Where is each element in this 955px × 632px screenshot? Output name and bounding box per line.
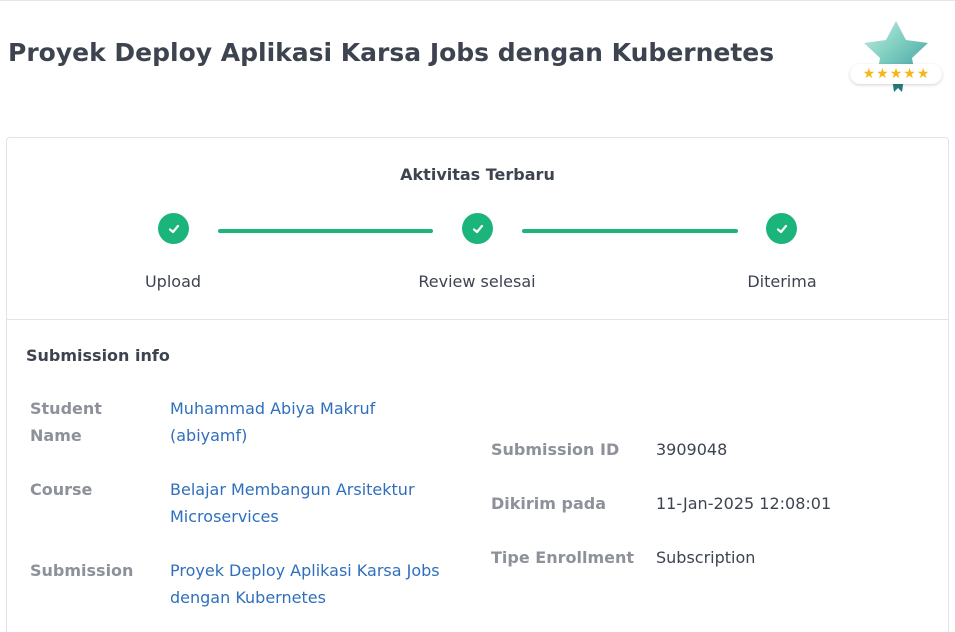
submission-id-label: Submission ID [491, 440, 620, 459]
page-title: Proyek Deploy Aplikasi Karsa Jobs dengan… [8, 38, 775, 67]
student-name-label: Student Name [30, 399, 102, 445]
course-link[interactable]: Belajar Membangun Arsitektur Microservic… [170, 476, 450, 530]
step-review-status [462, 213, 493, 244]
progress-connector-1 [218, 229, 433, 233]
submission-label: Submission [30, 561, 134, 580]
check-icon [472, 224, 483, 233]
star-icon: ★ [876, 66, 889, 82]
card-divider [7, 319, 948, 320]
check-icon [168, 224, 179, 233]
star-icon: ★ [889, 66, 903, 82]
course-label: Course [30, 480, 93, 499]
check-icon [776, 224, 787, 233]
rating-badge: ★ ★ ★ ★ ★ [846, 18, 944, 94]
submission-info-title: Submission info [26, 346, 170, 365]
student-name-link[interactable]: Muhammad Abiya Makruf (abiyamf) [170, 395, 450, 449]
enrollment-type-value: Subscription [656, 548, 756, 567]
step-accepted-status [766, 213, 797, 244]
top-divider [0, 0, 955, 1]
submission-link[interactable]: Proyek Deploy Aplikasi Karsa Jobs dengan… [170, 557, 470, 611]
enrollment-type-label: Tipe Enrollment [491, 548, 635, 567]
submission-id-value: 3909048 [656, 440, 728, 459]
step-upload-status [158, 213, 189, 244]
star-rating: ★ ★ ★ ★ ★ [850, 64, 942, 84]
submission-card: Aktivitas Terbaru Upload Review selesai … [6, 137, 949, 632]
activity-title: Aktivitas Terbaru [400, 165, 555, 184]
star-icon: ★ [903, 66, 916, 82]
star-icon: ★ [862, 66, 876, 82]
star-icon: ★ [916, 66, 930, 82]
submitted-at-label: Dikirim pada [491, 494, 607, 513]
step-upload-label: Upload [144, 272, 202, 291]
step-review-label: Review selesai [418, 272, 536, 291]
submitted-at-value: 11-Jan-2025 12:08:01 [656, 494, 832, 513]
progress-connector-2 [522, 229, 738, 233]
step-accepted-label: Diterima [747, 272, 817, 291]
